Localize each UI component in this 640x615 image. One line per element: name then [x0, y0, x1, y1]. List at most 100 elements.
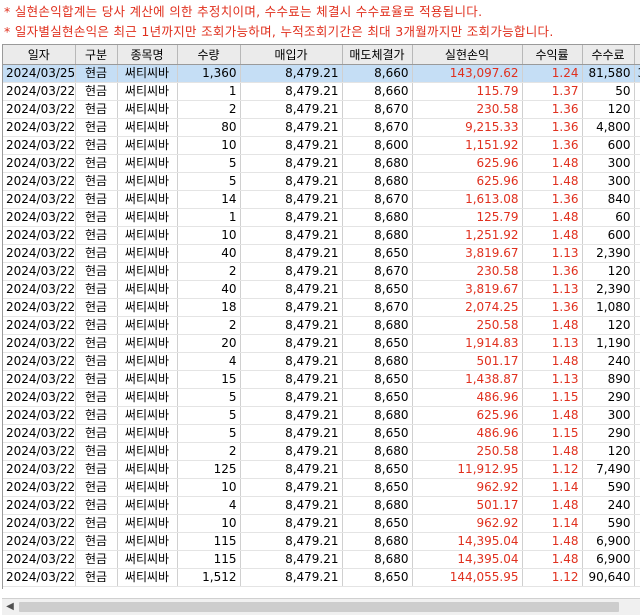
cell-fee: 2,390	[582, 280, 635, 299]
realized-pnl-grid[interactable]: 일자 구분 종목명 수량 매입가 매도체결가 실현손익 수익률 수수료 2024…	[2, 44, 640, 589]
cell-type: 현금	[75, 118, 118, 137]
table-row[interactable]: 2024/03/22 현금 써티씨바 5 8,479.21 8,680 625.96 1.48…	[3, 406, 640, 425]
table-row[interactable]: 2024/03/22 현금 써티씨바 40 8,479.21 8,650 3,819.67 1…	[3, 280, 640, 299]
cell-sell-price: 8,680	[342, 442, 413, 461]
cell-return-rate: 1.48	[522, 172, 583, 191]
cell-type: 현금	[75, 496, 118, 515]
cell-purchase-price: 8,479.21	[240, 370, 343, 389]
cell-quantity: 1,512	[177, 568, 241, 587]
cell-return-rate: 1.14	[522, 478, 583, 497]
column-header-stock-name[interactable]: 종목명	[117, 45, 178, 65]
cell-stock-name: 써티씨바	[117, 532, 178, 551]
cell-purchase-price: 8,479.21	[240, 118, 343, 137]
cell-return-rate: 1.36	[522, 136, 583, 155]
table-row[interactable]: 2024/03/22 현금 써티씨바 10 8,479.21 8,650 962.92 1.1…	[3, 514, 640, 533]
cell-quantity: 10	[177, 226, 241, 245]
table-row[interactable]: 2024/03/22 현금 써티씨바 18 8,479.21 8,670 2,074.25 1…	[3, 298, 640, 317]
cell-fee: 300	[582, 406, 635, 425]
cell-sell-price: 8,650	[342, 244, 413, 263]
cell-sell-price: 8,680	[342, 550, 413, 569]
table-row[interactable]: 2024/03/22 현금 써티씨바 80 8,479.21 8,670 9,215.33 1…	[3, 118, 640, 137]
cell-return-rate: 1.48	[522, 226, 583, 245]
table-row[interactable]: 2024/03/25 현금 써티씨바 1,360 8,479.21 8,660 143,09…	[3, 64, 640, 83]
column-header-return-rate[interactable]: 수익률	[522, 45, 583, 65]
cell-date: 2024/03/22	[3, 226, 76, 245]
table-row[interactable]: 2024/03/22 현금 써티씨바 4 8,479.21 8,680 501.17 1.48…	[3, 496, 640, 515]
column-header-fee[interactable]: 수수료	[582, 45, 635, 65]
column-header-date[interactable]: 일자	[3, 45, 76, 65]
column-header-quantity[interactable]: 수량	[177, 45, 241, 65]
cell-stock-name: 써티씨바	[117, 244, 178, 263]
cell-date: 2024/03/22	[3, 82, 76, 101]
cell-purchase-price: 8,479.21	[240, 460, 343, 479]
table-row[interactable]: 2024/03/22 현금 써티씨바 5 8,479.21 8,680 625.96 1.48…	[3, 172, 640, 191]
table-row[interactable]: 2024/03/22 현금 써티씨바 20 8,479.21 8,650 1,914.83 1…	[3, 334, 640, 353]
cell-overflow	[634, 298, 640, 317]
chevron-left-icon[interactable]: ◀	[2, 599, 18, 615]
table-row[interactable]: 2024/03/22 현금 써티씨바 125 8,479.21 8,650 11,912.9…	[3, 460, 640, 479]
cell-return-rate: 1.15	[522, 388, 583, 407]
cell-date: 2024/03/22	[3, 478, 76, 497]
table-row[interactable]: 2024/03/22 현금 써티씨바 1,512 8,479.21 8,650 144,05…	[3, 568, 640, 587]
cell-date: 2024/03/22	[3, 244, 76, 263]
table-row[interactable]: 2024/03/22 현금 써티씨바 5 8,479.21 8,680 625.96 1.48…	[3, 154, 640, 173]
cell-purchase-price: 8,479.21	[240, 298, 343, 317]
table-row[interactable]: 2024/03/22 현금 써티씨바 5 8,479.21 8,650 486.96 1.15…	[3, 388, 640, 407]
cell-type: 현금	[75, 478, 118, 497]
horizontal-scrollbar[interactable]: ◀	[2, 598, 640, 615]
cell-realized-pnl: 1,151.92	[412, 136, 523, 155]
table-row[interactable]: 2024/03/22 현금 써티씨바 2 8,479.21 8,670 230.58 1.36…	[3, 100, 640, 119]
column-header-purchase-price[interactable]: 매입가	[240, 45, 343, 65]
cell-date: 2024/03/22	[3, 316, 76, 335]
table-row[interactable]: 2024/03/22 현금 써티씨바 10 8,479.21 8,600 1,151.92 1…	[3, 136, 640, 155]
cell-quantity: 4	[177, 352, 241, 371]
table-row[interactable]: 2024/03/22 현금 써티씨바 2 8,479.21 8,670 230.58 1.36…	[3, 262, 640, 281]
cell-sell-price: 8,680	[342, 352, 413, 371]
cell-date: 2024/03/22	[3, 118, 76, 137]
cell-realized-pnl: 501.17	[412, 352, 523, 371]
cell-return-rate: 1.36	[522, 262, 583, 281]
cell-purchase-price: 8,479.21	[240, 334, 343, 353]
cell-quantity: 10	[177, 478, 241, 497]
table-row[interactable]: 2024/03/22 현금 써티씨바 1 8,479.21 8,660 115.79 1.37…	[3, 82, 640, 101]
table-row[interactable]: 2024/03/22 현금 써티씨바 4 8,479.21 8,680 501.17 1.48…	[3, 352, 640, 371]
table-row[interactable]: 2024/03/22 현금 써티씨바 2 8,479.21 8,680 250.58 1.48…	[3, 316, 640, 335]
table-row[interactable]: 2024/03/22 현금 써티씨바 14 8,479.21 8,670 1,613.08 1…	[3, 190, 640, 209]
cell-quantity: 2	[177, 262, 241, 281]
cell-type: 현금	[75, 190, 118, 209]
cell-purchase-price: 8,479.21	[240, 100, 343, 119]
table-row[interactable]: 2024/03/22 현금 써티씨바 40 8,479.21 8,650 3,819.67 1…	[3, 244, 640, 263]
cell-stock-name: 써티씨바	[117, 496, 178, 515]
column-header-type[interactable]: 구분	[75, 45, 118, 65]
table-row[interactable]: 2024/03/22 현금 써티씨바 115 8,479.21 8,680 14,395.0…	[3, 532, 640, 551]
cell-fee: 600	[582, 136, 635, 155]
scrollbar-thumb[interactable]	[19, 602, 619, 612]
column-header-realized-pnl[interactable]: 실현손익	[412, 45, 523, 65]
cell-type: 현금	[75, 64, 118, 83]
table-row[interactable]: 2024/03/22 현금 써티씨바 10 8,479.21 8,650 962.92 1.1…	[3, 478, 640, 497]
table-row[interactable]: 2024/03/22 현금 써티씨바 10 8,479.21 8,680 1,251.92 1…	[3, 226, 640, 245]
cell-realized-pnl: 625.96	[412, 172, 523, 191]
cell-stock-name: 써티씨바	[117, 154, 178, 173]
cell-date: 2024/03/22	[3, 190, 76, 209]
cell-type: 현금	[75, 334, 118, 353]
cell-quantity: 10	[177, 514, 241, 533]
table-row[interactable]: 2024/03/22 현금 써티씨바 115 8,479.21 8,680 14,395.0…	[3, 550, 640, 569]
cell-stock-name: 써티씨바	[117, 388, 178, 407]
table-row[interactable]: 2024/03/22 현금 써티씨바 1 8,479.21 8,680 125.79 1.48…	[3, 208, 640, 227]
table-row[interactable]: 2024/03/22 현금 써티씨바 2 8,479.21 8,680 250.58 1.48…	[3, 442, 640, 461]
cell-sell-price: 8,600	[342, 136, 413, 155]
cell-date: 2024/03/22	[3, 208, 76, 227]
cell-date: 2024/03/22	[3, 280, 76, 299]
header-row: 일자 구분 종목명 수량 매입가 매도체결가 실현손익 수익률 수수료	[3, 45, 640, 65]
cell-type: 현금	[75, 262, 118, 281]
cell-type: 현금	[75, 208, 118, 227]
cell-stock-name: 써티씨바	[117, 460, 178, 479]
table-row[interactable]: 2024/03/22 현금 써티씨바 15 8,479.21 8,650 1,438.87 1…	[3, 370, 640, 389]
cell-realized-pnl: 3,819.67	[412, 244, 523, 263]
cell-stock-name: 써티씨바	[117, 298, 178, 317]
table-row[interactable]: 2024/03/22 현금 써티씨바 5 8,479.21 8,650 486.96 1.15…	[3, 424, 640, 443]
grid-body: 2024/03/25 현금 써티씨바 1,360 8,479.21 8,660 143,09…	[3, 64, 640, 587]
cell-fee: 1,190	[582, 334, 635, 353]
column-header-sell-price[interactable]: 매도체결가	[342, 45, 413, 65]
